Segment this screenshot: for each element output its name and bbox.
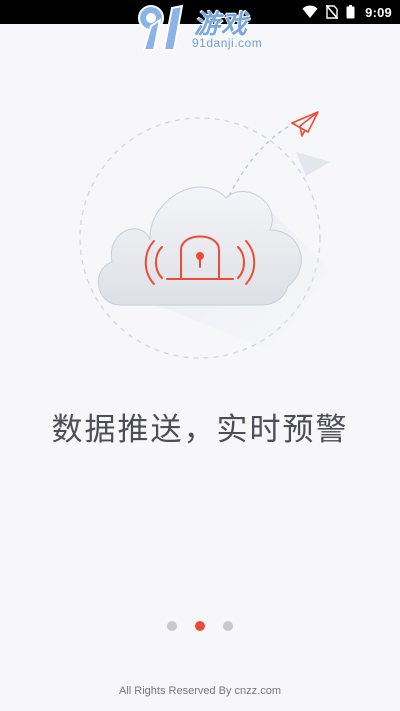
status-time: 9:09 bbox=[365, 4, 392, 20]
watermark-91-logo bbox=[138, 4, 184, 51]
onboarding-headline: 数据推送，实时预警 bbox=[51, 412, 349, 448]
copyright-footer: All Rights Reserved By cnzz.com bbox=[119, 685, 281, 697]
no-sim-icon bbox=[326, 5, 339, 19]
status-icons: 9:09 bbox=[302, 0, 392, 24]
watermark-logo: 游戏 91danji.com bbox=[134, 2, 274, 60]
paper-plane-icon bbox=[291, 111, 319, 137]
wifi-icon bbox=[302, 5, 318, 18]
cloud-shape bbox=[97, 186, 302, 306]
page-dot-1[interactable] bbox=[167, 621, 177, 631]
page-indicator[interactable] bbox=[0, 620, 400, 632]
push-alert-illustration bbox=[79, 111, 330, 359]
page-dot-3[interactable] bbox=[223, 621, 233, 631]
battery-icon bbox=[346, 5, 355, 19]
watermark-domain: 91danji.com bbox=[192, 36, 263, 50]
page-dot-2-active[interactable] bbox=[195, 621, 205, 631]
